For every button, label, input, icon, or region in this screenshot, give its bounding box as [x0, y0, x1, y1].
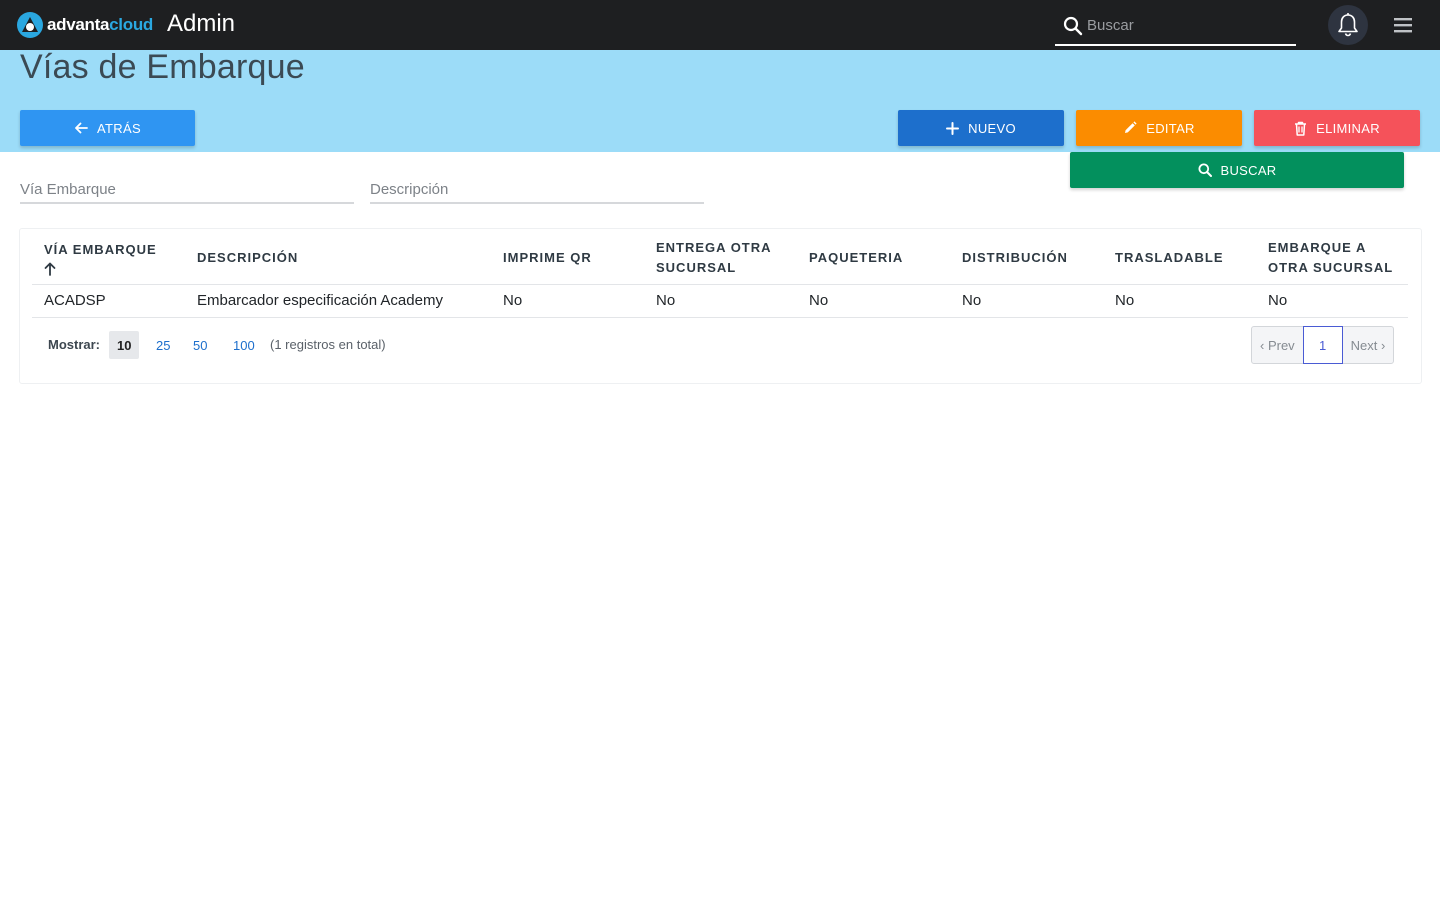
cell-embarque-otra-sucursal: No [1256, 284, 1408, 318]
descripcion-filter [370, 176, 704, 204]
search-icon [1063, 16, 1083, 36]
delete-button[interactable]: ELIMINAR [1254, 110, 1420, 146]
back-button[interactable]: ATRÁS [20, 110, 195, 146]
global-search-input[interactable] [1087, 12, 1287, 38]
trash-icon [1295, 121, 1307, 136]
cell-entrega-otra-sucursal: No [644, 284, 797, 318]
app-logo[interactable]: advantacloud [16, 11, 153, 39]
delete-button-label: ELIMINAR [1316, 120, 1380, 136]
page-title: Vías de Embarque [20, 48, 305, 86]
column-header-embarque-otra-sucursal[interactable]: EMBARQUE A OTRA SUCURSAL [1256, 232, 1408, 285]
via-embarque-input[interactable] [20, 176, 354, 202]
plus-icon [946, 121, 960, 135]
notifications-button[interactable] [1328, 5, 1368, 45]
next-page-button[interactable]: Next › [1343, 327, 1394, 363]
cell-paqueteria: No [797, 284, 950, 318]
column-header-imprime-qr[interactable]: IMPRIME QR [491, 232, 644, 285]
table-row[interactable]: ACADSP Embarcador especificación Academy… [32, 284, 1408, 318]
current-page-button[interactable]: 1 [1302, 326, 1343, 364]
main-menu-button[interactable] [1392, 14, 1416, 36]
global-search [1055, 8, 1296, 46]
column-header-paqueteria[interactable]: PAQUETERIA [797, 232, 950, 285]
column-header-distribucion[interactable]: DISTRIBUCIÓN [950, 232, 1103, 285]
prev-page-button[interactable]: ‹ Prev [1252, 327, 1303, 363]
new-button-label: NUEVO [968, 120, 1016, 136]
new-button[interactable]: NUEVO [898, 110, 1064, 146]
page-size-50[interactable]: 50 [185, 331, 215, 359]
search-button-label: BUSCAR [1220, 162, 1277, 178]
cell-imprime-qr: No [491, 284, 644, 318]
search-button[interactable]: BUSCAR [1070, 152, 1404, 188]
descripcion-input[interactable] [370, 176, 704, 202]
cell-trasladable: No [1103, 284, 1256, 318]
edit-button[interactable]: EDITAR [1076, 110, 1242, 146]
edit-button-label: EDITAR [1146, 120, 1195, 136]
via-embarque-filter [20, 176, 354, 204]
pencil-icon [1125, 121, 1137, 133]
column-header-entrega-otra-sucursal[interactable]: ENTREGA OTRA SUCURSAL [644, 232, 797, 285]
hamburger-menu-icon [1394, 18, 1412, 33]
sort-ascending-icon[interactable] [44, 262, 56, 276]
column-header-descripcion[interactable]: DESCRIPCIÓN [185, 232, 491, 285]
page-size-25[interactable]: 25 [148, 331, 178, 359]
cell-distribucion: No [950, 284, 1103, 318]
cell-via-embarque: ACADSP [32, 284, 185, 318]
search-icon [1198, 163, 1212, 177]
arrow-left-icon [75, 122, 88, 134]
top-navbar: advantacloud Admin [0, 0, 1440, 50]
pagination: ‹ Prev 1 Next › [1251, 326, 1395, 364]
back-button-label: ATRÁS [97, 120, 141, 136]
page-size-100[interactable]: 100 [225, 331, 263, 359]
cell-descripcion: Embarcador especificación Academy [185, 284, 491, 318]
column-header-via-embarque[interactable]: VÍA EMBARQUE [32, 232, 185, 285]
logo-text: advantacloud [47, 15, 153, 34]
results-table: VÍA EMBARQUE DESCRIPCIÓN IMPRIME QR ENTR… [32, 232, 1408, 318]
total-records: (1 registros en total) [270, 337, 386, 352]
page-size-10[interactable]: 10 [109, 331, 140, 359]
page-size-label: Mostrar: [48, 337, 101, 352]
logo-mark-icon [17, 12, 43, 38]
bell-icon [1338, 13, 1358, 37]
table-header-row: VÍA EMBARQUE DESCRIPCIÓN IMPRIME QR ENTR… [32, 232, 1408, 285]
app-title: Admin [167, 10, 236, 37]
column-header-trasladable[interactable]: TRASLADABLE [1103, 232, 1256, 285]
